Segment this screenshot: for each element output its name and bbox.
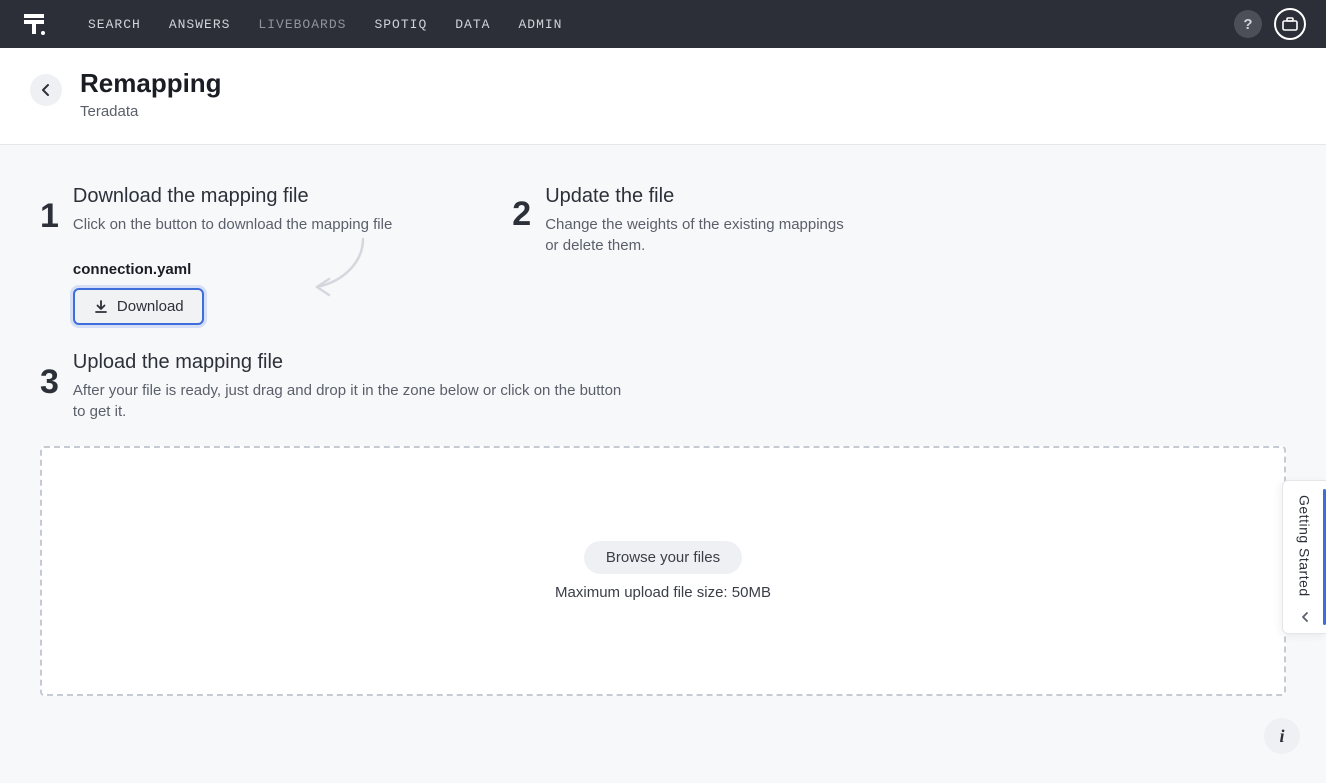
chevron-left-icon — [39, 83, 53, 97]
back-button[interactable] — [30, 74, 62, 106]
step-1: 1 Download the mapping file Click on the… — [40, 185, 392, 325]
info-icon: i — [1279, 726, 1284, 747]
step-3-title: Upload the mapping file — [73, 351, 633, 374]
step-3-number: 3 — [40, 365, 59, 399]
app-logo[interactable] — [20, 10, 48, 38]
step-1-number: 1 — [40, 199, 59, 233]
page-title: Remapping — [80, 68, 222, 99]
step-2: 2 Update the file Change the weights of … — [512, 185, 845, 256]
browse-files-button[interactable]: Browse your files — [584, 541, 742, 574]
step-1-title: Download the mapping file — [73, 185, 392, 208]
nav-admin[interactable]: ADMIN — [518, 17, 562, 32]
download-icon — [93, 299, 109, 315]
browse-files-label: Browse your files — [606, 549, 720, 566]
nav-answers[interactable]: ANSWERS — [169, 17, 231, 32]
help-button[interactable]: ? — [1234, 10, 1262, 38]
step-1-desc: Click on the button to download the mapp… — [73, 214, 392, 235]
nav-search[interactable]: SEARCH — [88, 17, 141, 32]
step-2-number: 2 — [512, 197, 531, 231]
getting-started-tab[interactable]: Getting Started — [1282, 480, 1326, 634]
top-navbar: SEARCH ANSWERS LIVEBOARDS SPOTIQ DATA AD… — [0, 0, 1326, 48]
help-icon: ? — [1243, 16, 1252, 33]
briefcase-icon — [1281, 15, 1299, 33]
step-3: 3 Upload the mapping file After your fil… — [40, 351, 1286, 422]
chevron-left-icon — [1299, 611, 1311, 623]
nav-liveboards[interactable]: LIVEBOARDS — [258, 17, 346, 32]
upload-dropzone[interactable]: Browse your files Maximum upload file si… — [40, 446, 1286, 696]
page-subtitle: Teradata — [80, 103, 222, 120]
nav-spotiq[interactable]: SPOTIQ — [374, 17, 427, 32]
upload-size-hint: Maximum upload file size: 50MB — [555, 584, 771, 601]
step-2-desc: Change the weights of the existing mappi… — [545, 214, 845, 256]
nav-links: SEARCH ANSWERS LIVEBOARDS SPOTIQ DATA AD… — [88, 17, 562, 32]
info-button[interactable]: i — [1264, 718, 1300, 754]
download-button-label: Download — [117, 298, 184, 315]
mapping-file-name: connection.yaml — [73, 261, 392, 278]
step-3-desc: After your file is ready, just drag and … — [73, 380, 633, 422]
download-button[interactable]: Download — [73, 288, 204, 325]
nav-data[interactable]: DATA — [455, 17, 490, 32]
profile-button[interactable] — [1274, 8, 1306, 40]
step-2-title: Update the file — [545, 185, 845, 208]
getting-started-label: Getting Started — [1297, 495, 1313, 597]
page-header: Remapping Teradata — [0, 48, 1326, 145]
main-content: 1 Download the mapping file Click on the… — [0, 145, 1326, 783]
